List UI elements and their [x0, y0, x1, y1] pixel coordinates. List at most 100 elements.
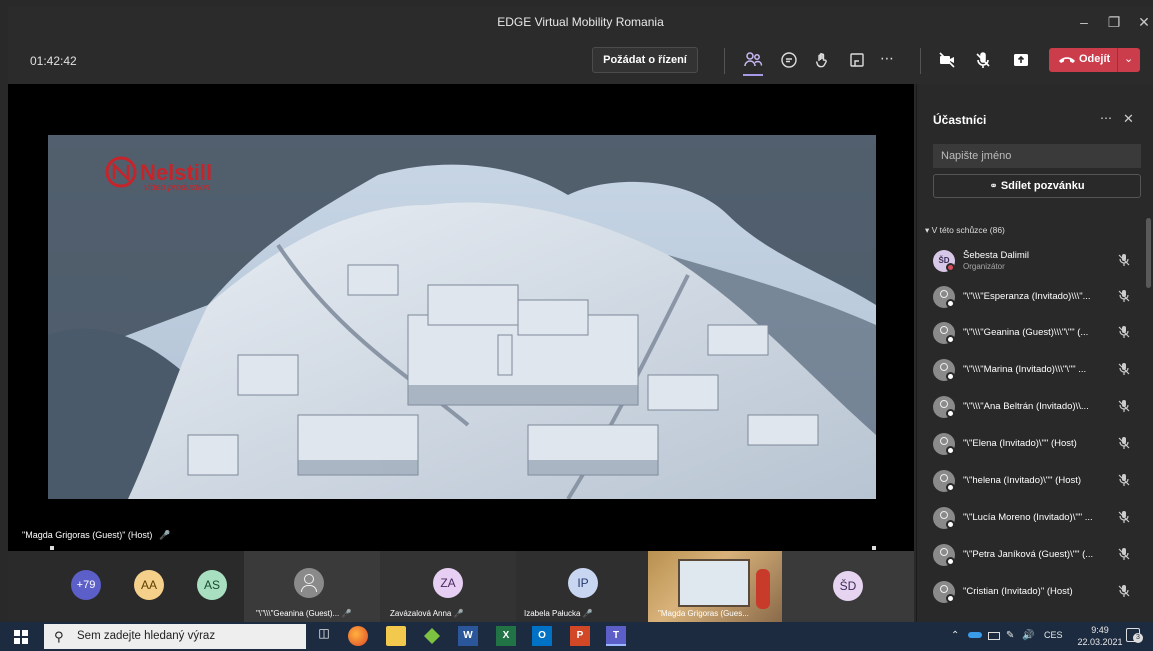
participants-icon[interactable]: [742, 49, 766, 73]
person-silhouette: [756, 569, 770, 609]
notification-count: 3: [1133, 633, 1143, 643]
participant-row[interactable]: "\"helena (Invitado)\"" (Host): [931, 466, 1143, 496]
participant-row[interactable]: "\"\\\"Marina (Invitado)\\\"\"" ...: [931, 355, 1143, 385]
mic-off-icon[interactable]: [1117, 362, 1131, 376]
request-control-button[interactable]: Požádat o řízení: [592, 47, 698, 73]
mic-off-icon[interactable]: [1117, 436, 1131, 450]
more-options-icon[interactable]: ⋯: [880, 49, 904, 73]
windows-taskbar: ⚲ Sem zadejte hledaný výraz ◫ W X O P T …: [0, 622, 1153, 651]
onedrive-icon[interactable]: [968, 632, 982, 638]
meeting-timer: 01:42:42: [30, 54, 77, 68]
leave-button[interactable]: Odejít ⌄: [1049, 48, 1140, 72]
file-explorer-icon[interactable]: [386, 626, 406, 646]
task-view-icon[interactable]: ◫: [314, 626, 334, 646]
excel-icon[interactable]: X: [496, 626, 516, 646]
brand-subtitle: video production: [144, 182, 210, 192]
participant-tile[interactable]: ZA Zavázalová Anna 🎤: [380, 551, 516, 622]
search-icon: ⚲: [54, 629, 64, 644]
participant-avatar[interactable]: AA: [134, 570, 164, 600]
participant-row[interactable]: "\"\\\"Geanina (Guest)\\\"\"" (...: [931, 318, 1143, 348]
close-icon[interactable]: ✕: [1132, 10, 1153, 34]
main-stage: Nelstill video production "Magda Grigora…: [8, 84, 914, 551]
overflow-participants-button[interactable]: +79: [71, 570, 101, 600]
clock[interactable]: 9:49 22.03.2021: [1077, 625, 1122, 647]
avatar: ŠD: [933, 250, 955, 272]
taskbar-search-input[interactable]: ⚲ Sem zadejte hledaný výraz: [44, 624, 306, 649]
input-language[interactable]: CES: [1044, 630, 1063, 640]
notifications-icon[interactable]: 3: [1126, 628, 1143, 643]
snowy-village-video-frame: Nelstill video production: [48, 135, 876, 499]
participant-row[interactable]: "\"\\\"Esperanza (Invitado)\\\"...: [931, 282, 1143, 312]
participant-row[interactable]: "\"Petra Janíková (Guest)\"" (...: [931, 540, 1143, 570]
participant-row[interactable]: "\"\\\"Ana Beltrán (Invitado)\\...: [931, 392, 1143, 422]
teams-icon[interactable]: T: [606, 626, 626, 646]
firefox-icon[interactable]: [348, 626, 368, 646]
chevron-down-icon[interactable]: ⌄: [1124, 52, 1133, 65]
participant-row[interactable]: "Cristian (Invitado)" (Host): [931, 577, 1143, 607]
participant-row-organizer[interactable]: ŠD Šebesta Dalimil Organizátor: [931, 246, 1143, 276]
volume-icon[interactable]: 🔊: [1022, 630, 1034, 641]
participants-panel: Účastníci ⋯ ✕ ⚭ Sdílet pozvánku ▾ V této…: [916, 84, 1153, 622]
windows-start-icon[interactable]: [14, 630, 28, 644]
reactions-icon[interactable]: [812, 49, 836, 73]
participant-tile-label: "\"\\\"Geanina (Guest)... 🎤: [256, 609, 352, 618]
divider: [920, 48, 921, 74]
mic-off-icon: 🎤: [341, 609, 352, 618]
mic-off-icon[interactable]: [1117, 473, 1131, 487]
mic-off-icon[interactable]: [1117, 253, 1131, 267]
avatar: [933, 544, 955, 566]
divider: [1117, 48, 1118, 72]
avatar: ZA: [433, 568, 463, 598]
avatar: [933, 581, 955, 603]
share-screen-icon[interactable]: [1010, 49, 1034, 73]
teams-window: EDGE Virtual Mobility Romania – ❐ ✕ 01:4…: [0, 0, 1153, 651]
outlook-icon[interactable]: O: [532, 626, 552, 646]
maximize-icon[interactable]: ❐: [1102, 10, 1126, 34]
participant-row[interactable]: "\"Lucía Moreno (Invitado)\"" ...: [931, 503, 1143, 533]
mic-off-icon[interactable]: [1117, 399, 1131, 413]
participant-row[interactable]: "\"Elena (Invitado)\"" (Host): [931, 429, 1143, 459]
participant-avatar[interactable]: AS: [197, 570, 227, 600]
panel-close-icon[interactable]: ✕: [1123, 111, 1134, 127]
window-title: EDGE Virtual Mobility Romania: [497, 15, 664, 29]
search-placeholder: Sem zadejte hledaný výraz: [77, 630, 216, 642]
pen-icon[interactable]: ✎: [1006, 630, 1014, 641]
participant-search-input[interactable]: [933, 144, 1141, 168]
chat-icon[interactable]: [778, 49, 802, 73]
participant-tile[interactable]: "\"\\\"Geanina (Guest)... 🎤: [244, 551, 380, 622]
word-icon[interactable]: W: [458, 626, 478, 646]
participant-name: "\"\\\"Geanina (Guest)\\\"\"" (...: [963, 327, 1089, 338]
mic-off-icon[interactable]: [1117, 510, 1131, 524]
avatar: IP: [568, 568, 598, 598]
speaker-name: "Magda Grigoras (Guest)" (Host): [22, 530, 153, 540]
tray-overflow-icon[interactable]: ⌃: [951, 630, 959, 641]
panel-scrollbar[interactable]: [1146, 218, 1151, 288]
participant-video-tile[interactable]: "Magda Grigoras (Gues...: [648, 551, 782, 622]
avatar: [933, 359, 955, 381]
mic-off-icon: 🎤: [453, 609, 464, 618]
avatar: [933, 322, 955, 344]
rooms-icon[interactable]: [846, 49, 870, 73]
app-icon[interactable]: [422, 626, 442, 646]
mic-off-icon[interactable]: [972, 49, 996, 73]
mic-off-icon: 🎤: [158, 530, 171, 540]
clock-time: 9:49: [1091, 625, 1109, 635]
participant-name: "Cristian (Invitado)" (Host): [963, 586, 1073, 597]
participant-name: "\"Elena (Invitado)\"" (Host): [963, 438, 1077, 449]
phone-icon: [1059, 57, 1075, 63]
minimize-icon[interactable]: –: [1072, 10, 1096, 34]
mic-off-icon[interactable]: [1117, 289, 1131, 303]
share-invite-button[interactable]: ⚭ Sdílet pozvánku: [933, 174, 1141, 198]
mic-off-icon[interactable]: [1117, 584, 1131, 598]
participant-tile[interactable]: ŠD: [782, 551, 914, 622]
chevron-down-icon: ▾: [925, 225, 930, 235]
panel-more-icon[interactable]: ⋯: [1100, 111, 1112, 125]
network-icon[interactable]: [988, 632, 1000, 640]
title-bar: EDGE Virtual Mobility Romania – ❐ ✕: [8, 6, 1153, 38]
participants-section-header[interactable]: ▾ V této schůzce (86): [925, 225, 1005, 236]
mic-off-icon[interactable]: [1117, 325, 1131, 339]
powerpoint-icon[interactable]: P: [570, 626, 590, 646]
camera-off-icon[interactable]: [936, 49, 960, 73]
mic-off-icon[interactable]: [1117, 547, 1131, 561]
participant-tile[interactable]: IP Izabela Pałucka 🎤: [516, 551, 648, 622]
